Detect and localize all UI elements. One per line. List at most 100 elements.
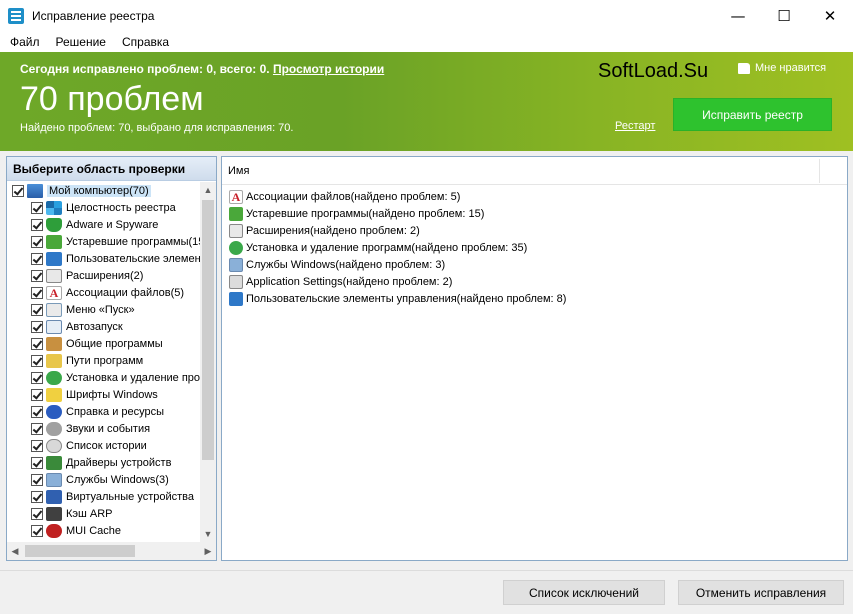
history-icon — [46, 438, 62, 453]
scroll-thumb[interactable] — [202, 200, 214, 460]
column-header-name[interactable]: Имя — [222, 157, 847, 185]
tree-item[interactable]: Пользовательские элемент — [7, 250, 201, 267]
tree-item[interactable]: Кэш ARP — [7, 505, 201, 522]
trash-icon — [46, 234, 62, 249]
window-title: Исправление реестра — [32, 9, 155, 23]
tree-item[interactable]: MUI Cache — [7, 522, 201, 539]
service-icon — [46, 472, 62, 487]
tree-vertical-scrollbar[interactable]: ▲ ▼ — [200, 182, 216, 542]
like-label: Мне нравится — [755, 62, 827, 74]
menu-solution[interactable]: Решение — [48, 35, 114, 49]
result-label: Устаревшие программы(найдено проблем: 15… — [246, 207, 485, 220]
checkbox[interactable] — [31, 439, 43, 452]
result-label: Службы Windows(найдено проблем: 3) — [246, 258, 446, 271]
close-button[interactable]: ✕ — [807, 0, 853, 32]
tree-item[interactable]: Автозапуск — [7, 318, 201, 335]
tree-item[interactable]: Устаревшие программы(15 — [7, 233, 201, 250]
computer-icon — [27, 183, 43, 198]
tree-horizontal-scrollbar[interactable]: ◀ ▶ — [7, 542, 216, 560]
column-header-label: Имя — [228, 164, 250, 177]
checkbox[interactable] — [12, 184, 24, 197]
checkbox[interactable] — [31, 218, 43, 231]
result-row[interactable]: Службы Windows(найдено проблем: 3) — [222, 256, 847, 273]
menu-help[interactable]: Справка — [114, 35, 177, 49]
exclusions-list-button[interactable]: Список исключений — [503, 580, 665, 605]
found-summary: Найдено проблем: 70, выбрано для исправл… — [20, 122, 294, 134]
app-settings-icon — [229, 274, 243, 289]
menu-file[interactable]: Файл — [2, 35, 48, 49]
scroll-right-icon[interactable]: ▶ — [200, 542, 216, 560]
fix-registry-button[interactable]: Исправить реестр — [673, 98, 832, 131]
checkbox[interactable] — [31, 524, 43, 537]
checkbox[interactable] — [31, 235, 43, 248]
undo-fixes-button[interactable]: Отменить исправления — [678, 580, 844, 605]
checkbox[interactable] — [31, 320, 43, 333]
scroll-left-icon[interactable]: ◀ — [7, 542, 23, 560]
minimize-button[interactable]: — — [715, 0, 761, 32]
tree-item-label: Adware и Spyware — [66, 218, 159, 231]
tree-item[interactable]: Установка и удаление про — [7, 369, 201, 386]
tree-item[interactable]: Расширения(2) — [7, 267, 201, 284]
checkbox[interactable] — [31, 422, 43, 435]
result-row[interactable]: Расширения(найдено проблем: 2) — [222, 222, 847, 239]
history-link[interactable]: Просмотр истории — [273, 62, 384, 76]
file-association-icon: A — [229, 189, 243, 204]
tree-root[interactable]: Мой компьютер(70) — [7, 182, 201, 199]
like-link[interactable]: Мне нравится — [738, 62, 826, 74]
scan-area-tree: Мой компьютер(70) Целостность реестра Adw… — [7, 182, 201, 542]
tree-item-label: Шрифты Windows — [66, 388, 158, 401]
result-label: Application Settings(найдено проблем: 2) — [246, 275, 453, 288]
tree-item-label: Драйверы устройств — [66, 456, 172, 469]
scroll-up-icon[interactable]: ▲ — [200, 182, 216, 198]
tree-item[interactable]: Меню «Пуск» — [7, 301, 201, 318]
checkbox[interactable] — [31, 473, 43, 486]
bottom-divider — [0, 570, 853, 571]
watermark: SoftLoad.Su — [598, 60, 709, 82]
tree-item[interactable]: Драйверы устройств — [7, 454, 201, 471]
tree-item[interactable]: Звуки и события — [7, 420, 201, 437]
scroll-thumb-horizontal[interactable] — [25, 545, 135, 557]
checkbox[interactable] — [31, 354, 43, 367]
checkbox[interactable] — [31, 490, 43, 503]
checkbox[interactable] — [31, 286, 43, 299]
result-label: Пользовательские элементы управления(най… — [246, 292, 567, 305]
virtual-device-icon — [46, 489, 62, 504]
tree-item[interactable]: Adware и Spyware — [7, 216, 201, 233]
checkbox[interactable] — [31, 252, 43, 265]
tree-item[interactable]: Службы Windows(3) — [7, 471, 201, 488]
autostart-icon — [46, 319, 62, 334]
tree-item-label: Виртуальные устройства — [66, 490, 194, 503]
checkbox[interactable] — [31, 405, 43, 418]
checkbox[interactable] — [31, 388, 43, 401]
column-separator[interactable] — [819, 159, 820, 183]
result-row[interactable]: Устаревшие программы(найдено проблем: 15… — [222, 205, 847, 222]
tree-item[interactable]: Справка и ресурсы — [7, 403, 201, 420]
tree-item[interactable]: Виртуальные устройства — [7, 488, 201, 505]
tree-item[interactable]: Список истории — [7, 437, 201, 454]
tree-item[interactable]: A Ассоциации файлов(5) — [7, 284, 201, 301]
maximize-button[interactable]: ☐ — [761, 0, 807, 32]
checkbox[interactable] — [31, 201, 43, 214]
help-icon — [46, 404, 62, 419]
result-row[interactable]: Пользовательские элементы управления(най… — [222, 290, 847, 307]
checkbox[interactable] — [31, 456, 43, 469]
checkbox[interactable] — [31, 303, 43, 316]
tree-item[interactable]: Общие программы — [7, 335, 201, 352]
shield-icon — [46, 217, 62, 232]
result-row[interactable]: A Ассоциации файлов(найдено проблем: 5) — [222, 188, 847, 205]
result-row[interactable]: Установка и удаление программ(найдено пр… — [222, 239, 847, 256]
checkbox[interactable] — [31, 371, 43, 384]
tree-item[interactable]: Пути программ — [7, 352, 201, 369]
scroll-down-icon[interactable]: ▼ — [200, 526, 216, 542]
checkbox[interactable] — [31, 337, 43, 350]
restart-link[interactable]: Рестарт — [615, 120, 655, 132]
folder-icon — [46, 353, 62, 368]
checkbox[interactable] — [31, 269, 43, 282]
tree-item-label: Установка и удаление про — [66, 371, 201, 384]
result-row[interactable]: Application Settings(найдено проблем: 2) — [222, 273, 847, 290]
tree-item[interactable]: Шрифты Windows — [7, 386, 201, 403]
tree-item[interactable]: Целостность реестра — [7, 199, 201, 216]
result-label: Установка и удаление программ(найдено пр… — [246, 241, 528, 254]
checkbox[interactable] — [31, 507, 43, 520]
menu-bar: Файл Решение Справка — [0, 32, 853, 52]
